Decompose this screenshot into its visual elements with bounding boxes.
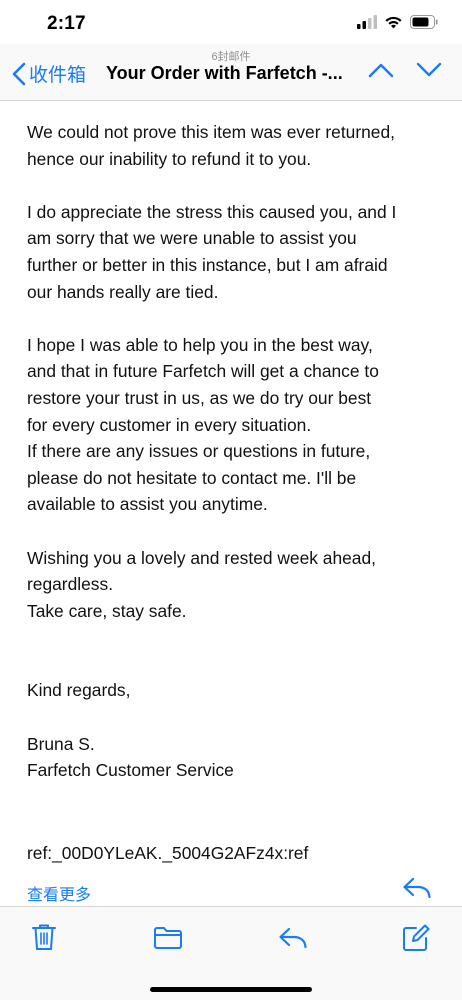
delete-button[interactable]: [31, 923, 57, 956]
battery-icon: [410, 15, 438, 29]
body-line: please do not hesitate to contact me. I'…: [27, 467, 357, 488]
message-nav-arrows: [368, 62, 442, 78]
body-line: If there are any issues or questions in …: [27, 441, 371, 462]
body-line: regardless.: [27, 574, 114, 595]
body-line: Take care, stay safe.: [27, 600, 187, 621]
cellular-signal-icon: [357, 15, 377, 29]
compose-icon: [403, 924, 430, 951]
body-line: hence our inability to refund it to you.: [27, 148, 312, 169]
body-line: Wishing you a lovely and rested week ahe…: [27, 547, 376, 568]
wifi-icon: [385, 16, 402, 29]
reply-icon: [279, 927, 307, 949]
nav-bar: 6封邮件 收件箱 Your Order with Farfetch -...: [0, 44, 462, 101]
home-indicator[interactable]: [150, 987, 312, 992]
mail-screen: 2:17 6封邮件 收件箱 Your Order with Farfetch -…: [0, 0, 462, 1000]
compose-button[interactable]: [402, 924, 430, 957]
signature-name: Bruna S.: [27, 733, 95, 754]
chevron-left-icon: [12, 62, 26, 85]
status-time: 2:17: [47, 13, 86, 34]
move-folder-button[interactable]: [153, 926, 183, 955]
back-button[interactable]: 收件箱: [12, 60, 86, 87]
inline-reply-button[interactable]: [402, 876, 432, 905]
back-label: 收件箱: [29, 64, 87, 86]
body-line: available to assist you anytime.: [27, 494, 268, 515]
signature-team: Farfetch Customer Service: [27, 760, 234, 781]
reply-icon: [403, 877, 431, 899]
body-line: our hands really are tied.: [27, 281, 219, 302]
folder-icon: [154, 927, 182, 949]
body-line: We could not prove this item was ever re…: [27, 122, 395, 142]
reference-code: ref:_00D0YLeAK._5004G2AFz4x:ref: [27, 843, 309, 863]
body-line: am sorry that we were unable to assist y…: [27, 228, 357, 249]
see-more-link[interactable]: 查看更多: [27, 881, 91, 905]
body-line: restore your trust in us, as we do try o…: [27, 387, 372, 408]
body-line: for every customer in every situation.: [27, 414, 312, 435]
email-body: We could not prove this item was ever re…: [27, 119, 437, 784]
trash-icon: [32, 924, 56, 950]
reply-button[interactable]: [278, 926, 308, 955]
email-subject: Your Order with Farfetch -...: [106, 63, 343, 83]
body-line: I do appreciate the stress this caused y…: [27, 201, 397, 222]
status-icons: [357, 15, 438, 29]
closing-line: Kind regards,: [27, 680, 131, 701]
chevron-up-icon[interactable]: [368, 62, 394, 78]
body-line: and that in future Farfetch will get a c…: [27, 361, 379, 382]
bottom-toolbar: [0, 906, 462, 1000]
body-line: I hope I was able to help you in the bes…: [27, 334, 373, 355]
body-line: further or better in this instance, but …: [27, 254, 388, 275]
chevron-down-icon[interactable]: [416, 62, 442, 78]
status-bar: 2:17: [0, 0, 462, 46]
